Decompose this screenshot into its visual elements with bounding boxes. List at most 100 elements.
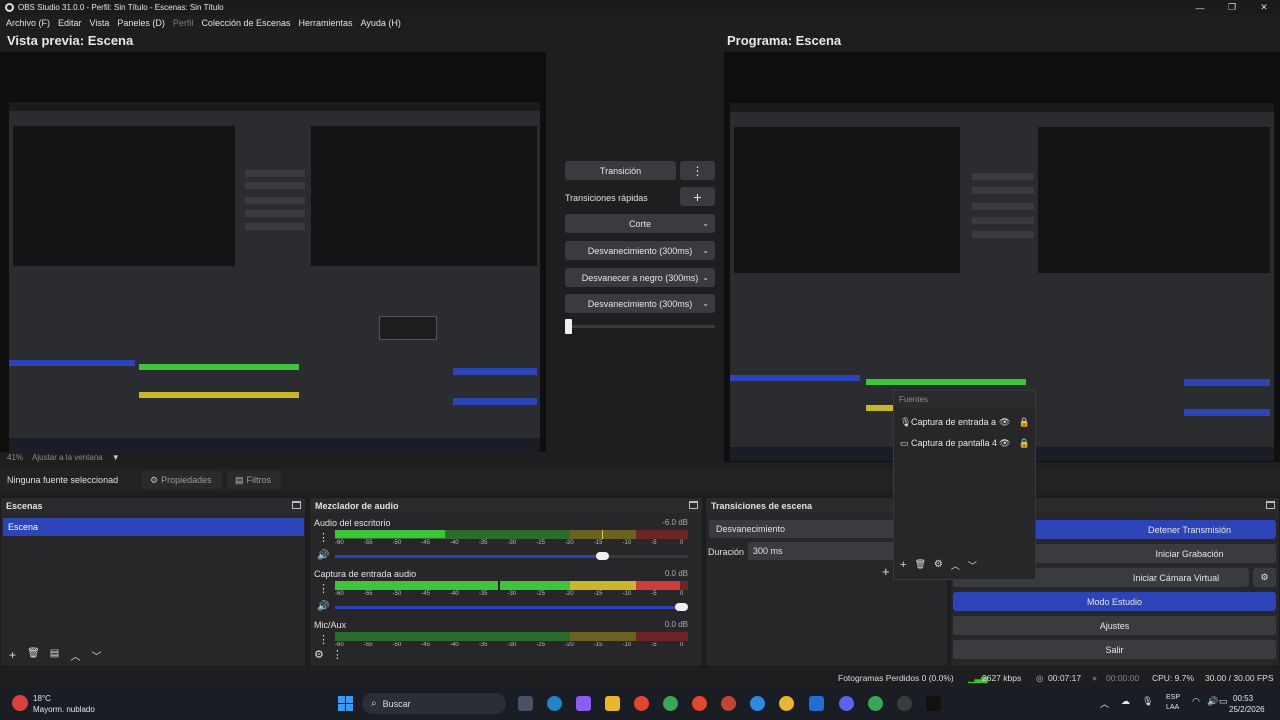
quick-transition-label: Corte (628, 218, 651, 229)
clock-time[interactable]: 00:53 (1233, 694, 1253, 703)
eye-icon[interactable]: 👁 (999, 438, 1010, 449)
menu-tools[interactable]: Herramientas (299, 18, 353, 28)
undock-icon[interactable] (689, 501, 698, 509)
arrow-down-icon[interactable]: ﹀ (968, 559, 977, 572)
menu-profile[interactable]: Perfil (173, 18, 194, 28)
copilot-icon[interactable] (576, 696, 591, 711)
store-icon[interactable] (809, 696, 824, 711)
more-options-icon[interactable]: ⋮ (332, 648, 343, 661)
close-button[interactable]: ✕ (1248, 0, 1280, 15)
scene-item-label: Escena (8, 522, 39, 532)
transition-slider-track[interactable] (565, 325, 715, 328)
source-item[interactable]: 🎙 Captura de entrada a 👁 🔒 (900, 415, 1032, 429)
arrow-up-icon[interactable]: ︿ (68, 648, 83, 663)
bitrate: 2627 kbps (982, 673, 1022, 683)
add-icon[interactable]: + (900, 559, 906, 572)
quick-transition-cut[interactable]: Corte ⌄ (565, 214, 715, 233)
task-view-icon[interactable] (518, 696, 533, 711)
battery-icon[interactable]: ▭ (1219, 696, 1228, 707)
eye-icon[interactable]: 👁 (999, 417, 1010, 428)
chrome-icon[interactable] (750, 696, 765, 711)
menu-edit[interactable]: Editar (58, 18, 82, 28)
meter-tick: 0 (680, 540, 684, 546)
zoom-control[interactable]: 41% Ajustar a la ventana ▼ (7, 453, 120, 462)
add-quick-transition-button[interactable]: + (680, 187, 715, 206)
volume-slider[interactable] (335, 603, 688, 611)
add-icon[interactable]: + (5, 648, 20, 663)
meter-tick: -45 (421, 642, 430, 648)
file-explorer-icon[interactable] (605, 696, 620, 711)
meter-tick: -35 (478, 591, 488, 597)
obs-icon[interactable] (897, 696, 912, 711)
add-icon[interactable]: + (882, 564, 890, 579)
chevron-down-icon: ▼ (111, 453, 120, 462)
menu-scene-collection[interactable]: Colección de Escenas (201, 18, 290, 28)
minimize-button[interactable]: — (1184, 0, 1216, 15)
channel-menu-icon[interactable]: ⋮ (318, 633, 329, 646)
preview-canvas[interactable] (0, 52, 546, 452)
speaker-icon[interactable]: 🔊 (317, 601, 329, 612)
meter-tick: -15 (593, 591, 603, 597)
studio-mode-label: Modo Estudio (1086, 596, 1143, 607)
filter-icon[interactable]: ▤ (47, 648, 62, 663)
maximize-button[interactable]: ❐ (1216, 0, 1248, 15)
menu-file[interactable]: Archivo (F) (6, 18, 50, 28)
lock-icon[interactable]: 🔒 (1018, 417, 1029, 428)
exit-button[interactable]: Salir (953, 640, 1276, 659)
arrow-up-icon[interactable]: ︿ (951, 559, 960, 572)
undock-icon[interactable] (1266, 501, 1275, 509)
meter-tick: -40 (450, 642, 459, 648)
source-item[interactable]: ▭ Captura de pantalla 4 👁 🔒 (900, 436, 1032, 450)
scene-item[interactable]: Escena (3, 518, 304, 536)
windows-start-icon[interactable] (338, 696, 353, 711)
virtualcam-settings-button[interactable]: ⚙ (1253, 568, 1276, 587)
taskbar-search[interactable]: ⌕ Buscar (362, 693, 506, 714)
transition-slider-handle[interactable] (565, 319, 572, 334)
chrome-icon[interactable] (634, 696, 649, 711)
studio-mode-button[interactable]: Modo Estudio (953, 592, 1276, 611)
quick-transition-fade[interactable]: Desvanecimiento (300ms) ⌄ (565, 241, 715, 260)
quick-transition-fade-2[interactable]: Desvanecimiento (300ms) ⌄ (565, 294, 715, 313)
meter-scale: -60 -55 -50 -45 -40 -35 -30 -25 -20 -15 -10 -5 0 (335, 591, 688, 599)
filters-button[interactable]: ▤ Filtros (227, 471, 281, 489)
chrome-icon[interactable] (721, 696, 736, 711)
chrome-icon[interactable] (692, 696, 707, 711)
gear-icon: ⚙ (150, 474, 159, 485)
weather-desc: Mayorm. nublado (33, 705, 95, 714)
chrome-icon[interactable] (779, 696, 794, 711)
discord-icon[interactable] (839, 696, 854, 711)
menu-view[interactable]: Vista (90, 18, 110, 28)
chrome-icon[interactable] (663, 696, 678, 711)
channel-menu-icon[interactable]: ⋮ (318, 582, 329, 595)
cloud-icon[interactable]: ☁ (1121, 696, 1130, 707)
quick-transition-fade-black[interactable]: Desvanecer a negro (300ms) ⌄ (565, 268, 715, 287)
clock-date[interactable]: 25/2/2026 (1229, 705, 1265, 714)
speaker-icon[interactable]: 🔊 (317, 550, 329, 561)
edge-icon[interactable] (547, 696, 562, 711)
microphone-icon[interactable]: 🎙 (1142, 696, 1153, 707)
gear-icon[interactable]: ⚙ (934, 559, 943, 572)
menu-docks[interactable]: Paneles (D) (117, 18, 165, 28)
chevron-up-icon[interactable]: ︿ (1100, 697, 1109, 710)
trash-icon[interactable]: 🗑 (914, 559, 925, 572)
capcut-icon[interactable] (926, 696, 941, 711)
properties-button[interactable]: ⚙ Propiedades (142, 471, 222, 489)
wifi-icon[interactable]: ◠ (1192, 696, 1200, 707)
lang-2[interactable]: LAA (1166, 704, 1179, 711)
settings-button[interactable]: Ajustes (953, 616, 1276, 635)
lock-icon[interactable]: 🔒 (1018, 438, 1029, 449)
weather-icon[interactable] (12, 695, 28, 711)
gear-icon[interactable]: ⚙ (314, 648, 324, 661)
chrome-icon[interactable] (868, 696, 883, 711)
volume-icon[interactable]: 🔊 (1207, 696, 1218, 707)
trash-icon[interactable]: 🗑 (26, 648, 41, 663)
channel-menu-icon[interactable]: ⋮ (318, 531, 329, 544)
transition-button[interactable]: Transición (565, 161, 676, 180)
menu-help[interactable]: Ayuda (H) (361, 18, 401, 28)
lang-1[interactable]: ESP (1166, 694, 1180, 701)
transition-menu-button[interactable]: ⋮ (680, 161, 715, 180)
undock-icon[interactable] (292, 501, 301, 509)
microphone-icon: 🎙 (900, 416, 912, 427)
volume-slider[interactable] (335, 552, 688, 560)
arrow-down-icon[interactable]: ﹀ (89, 648, 104, 663)
